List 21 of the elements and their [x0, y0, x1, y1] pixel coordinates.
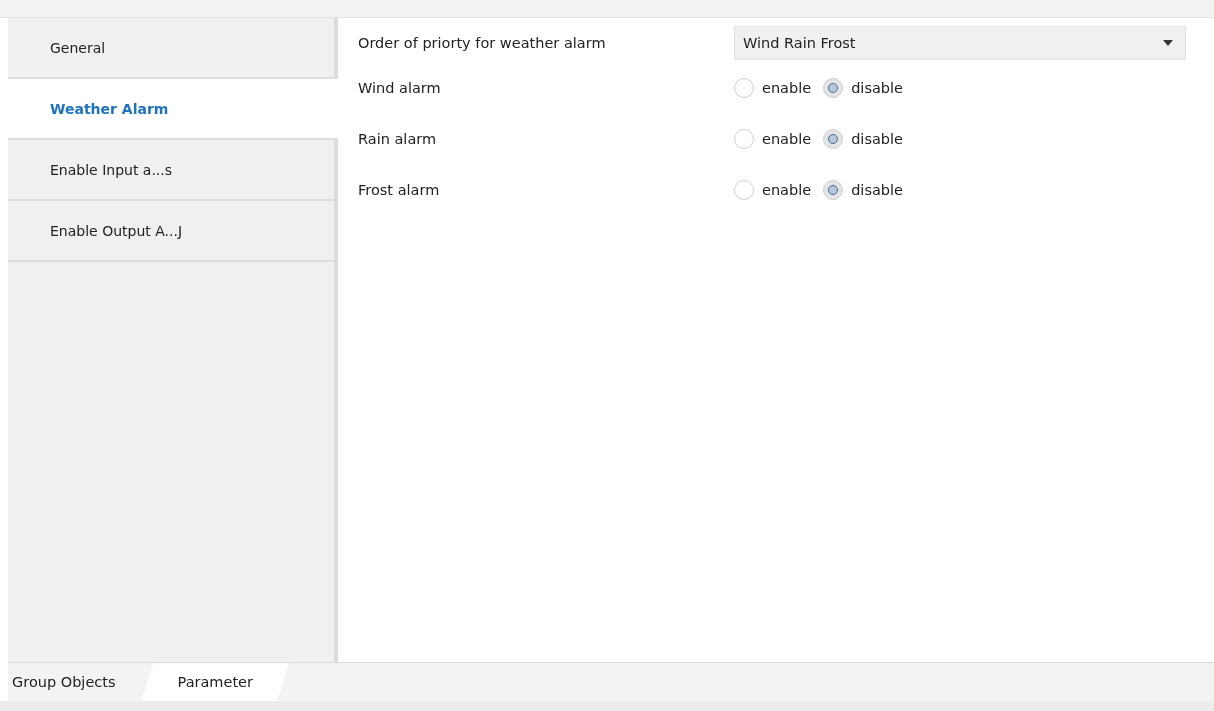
radio-button[interactable]: [734, 179, 754, 200]
parameter-label: Frost alarm: [358, 181, 441, 198]
option-label: enable: [762, 130, 812, 147]
tab[interactable]: Group Objects: [8, 663, 142, 701]
option-label: disable: [851, 181, 903, 198]
sidebar-item[interactable]: Weather Alarm: [8, 79, 338, 140]
radio-button[interactable]: [823, 179, 844, 200]
parameter-label: Wind alarm: [358, 79, 442, 96]
radio-button[interactable]: [734, 128, 754, 149]
parameter-label: Rain alarm: [358, 130, 438, 147]
tab[interactable]: Parameter: [141, 663, 289, 701]
option-label: disable: [851, 79, 903, 96]
option-label: enable: [762, 181, 812, 198]
dropdown[interactable]: Wind Rain Frost: [734, 26, 1186, 60]
radio-button[interactable]: [823, 128, 844, 149]
option-label: enable: [762, 79, 812, 96]
option-label: disable: [851, 130, 903, 147]
parameter-label: Order of priorty for weather alarm: [358, 35, 607, 51]
radio-button[interactable]: [823, 77, 844, 98]
radio-button[interactable]: [734, 77, 754, 98]
caret-icon: [1163, 40, 1173, 46]
